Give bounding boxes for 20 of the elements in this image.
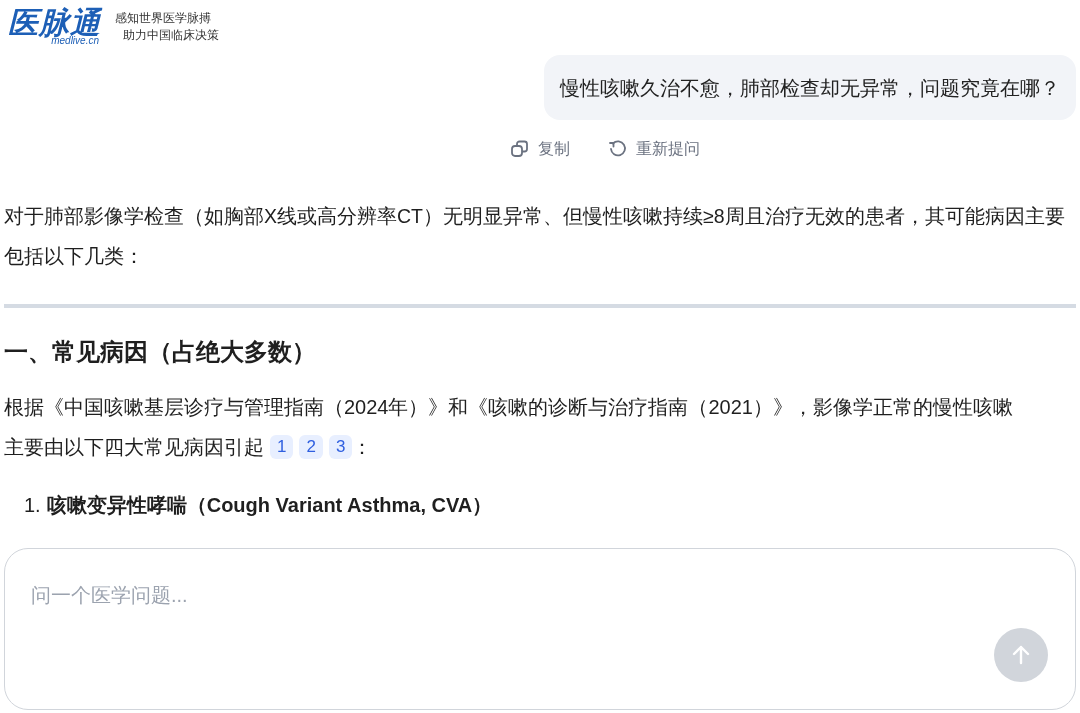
answer-paragraph: 根据《中国咳嗽基层诊疗与管理指南（2024年）》和《咳嗽的诊断与治疗指南（2021）》，影像学正常的慢性咳嗽 [4,395,1013,420]
refresh-icon [608,139,628,159]
retry-button[interactable]: 重新提问 [608,137,700,161]
citation-link[interactable]: 3 [328,435,353,459]
slogan-line: 助力中国临床决策 [122,27,219,44]
list-number: 1. [24,493,41,518]
message-input[interactable]: 问一个医学问题... [31,577,931,613]
copy-icon [510,139,530,159]
citation-link[interactable]: 2 [299,435,323,459]
list-item-title: 咳嗽变异性哮喘（Cough Variant Asthma, CVA） [46,493,493,518]
answer-paragraph: 对于肺部影像学检查（如胸部X线或高分辨率CT）无明显异常、但慢性咳嗽持续≥8周且治疗无效的患者，其可能病因主要包括以下几类： [4,204,1066,269]
slogan-line: 感知世界医学脉搏 [115,10,212,27]
user-message-bubble: 慢性咳嗽久治不愈，肺部检查却无异常，问题究竟在哪？ [544,55,1076,120]
arrow-up-icon [1010,644,1032,666]
answer-paragraph: 主要由以下四大常见病因引起 [4,435,264,460]
send-button[interactable] [994,628,1048,682]
copy-button[interactable]: 复制 [510,137,570,161]
citation-link[interactable]: 1 [270,435,294,459]
punctuation: ： [352,435,373,460]
section-heading: 一、常见病因（占绝大多数） [4,337,317,367]
